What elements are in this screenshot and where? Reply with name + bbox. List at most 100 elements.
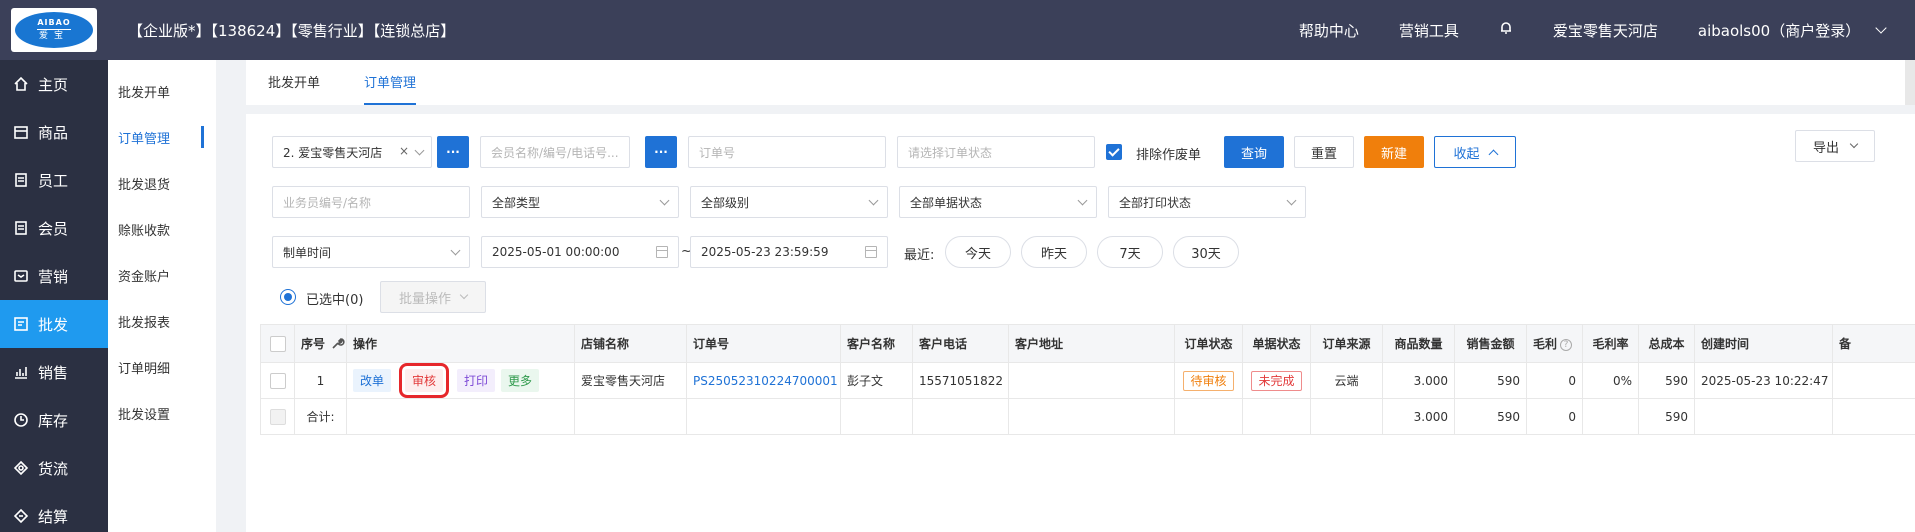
date-to-value: 2025-05-23 23:59:59 — [701, 245, 829, 259]
last-7-days-button[interactable]: 7天 — [1097, 236, 1163, 268]
time-type-select[interactable]: 制单时间 — [272, 236, 470, 268]
scrollbar[interactable] — [1905, 60, 1915, 105]
nav-item-member[interactable]: 会员 — [0, 204, 108, 252]
type-select[interactable]: 全部类型 — [481, 186, 679, 218]
col-operation: 操作 — [346, 324, 575, 363]
staff-icon — [12, 171, 30, 189]
page-tabs: 批发开单 订单管理 — [246, 60, 1906, 105]
current-store[interactable]: 爱宝零售天河店 — [1553, 20, 1658, 41]
home-icon — [12, 75, 30, 93]
chevron-down-icon — [414, 145, 425, 156]
query-button[interactable]: 查询 — [1224, 136, 1284, 168]
cell-qty: 3.000 — [1382, 362, 1455, 399]
print-status-select[interactable]: 全部打印状态 — [1108, 186, 1306, 218]
nav-item-settlement[interactable]: 结算 — [0, 492, 108, 532]
nav-label: 营销 — [38, 267, 69, 286]
collapse-button[interactable]: 收起 — [1434, 136, 1516, 168]
row-checkbox[interactable] — [269, 372, 286, 389]
chevron-down-icon — [659, 195, 670, 206]
more-button[interactable]: 更多 — [501, 369, 540, 392]
time-type-value: 制单时间 — [283, 245, 332, 260]
logo-text-bottom: 爱宝 — [38, 31, 69, 41]
nav-item-goods[interactable]: 商品 — [0, 108, 108, 156]
export-button[interactable]: 导出 — [1795, 130, 1875, 162]
wrench-icon[interactable] — [331, 336, 345, 353]
member-input[interactable]: 会员名称/编号/电话号... — [480, 136, 630, 168]
tab-wholesale-order[interactable]: 批发开单 — [268, 72, 320, 105]
total-cost: 590 — [1638, 398, 1695, 435]
cell-address — [1008, 362, 1175, 399]
col-doc-status: 单据状态 — [1242, 324, 1311, 363]
nav-item-goods-flow[interactable]: 货流 — [0, 444, 108, 492]
chevron-down-icon — [1875, 21, 1887, 34]
edit-order-button[interactable]: 改单 — [353, 369, 392, 392]
date-to-input[interactable]: 2025-05-23 23:59:59 — [690, 236, 888, 268]
order-no-input[interactable]: 订单号 — [688, 136, 886, 168]
date-from-input[interactable]: 2025-05-01 00:00:00 — [481, 236, 679, 268]
nav-item-staff[interactable]: 员工 — [0, 156, 108, 204]
selected-count: 已选中(0) — [306, 293, 364, 308]
subnav-fund-account[interactable]: 资金账户 — [108, 252, 216, 298]
cell-profit: 0 — [1526, 362, 1583, 399]
selected-radio[interactable] — [280, 289, 296, 305]
top-header: 【企业版*】【138624】【零售行业】【连锁总店】 帮助中心 营销工具 爱宝零… — [108, 0, 1915, 60]
yesterday-button[interactable]: 昨天 — [1021, 236, 1087, 268]
subnav-wholesale-return[interactable]: 批发退货 — [108, 160, 216, 206]
total-qty: 3.000 — [1382, 398, 1455, 435]
doc-status-select[interactable]: 全部单据状态 — [899, 186, 1097, 218]
store-picker-button[interactable]: ··· — [437, 136, 469, 168]
doc-status-badge: 未完成 — [1251, 370, 1302, 391]
col-address: 客户地址 — [1008, 324, 1175, 363]
export-label: 导出 — [1812, 140, 1839, 156]
col-order-no: 订单号 — [686, 324, 841, 363]
nav-item-marketing[interactable]: 营销 — [0, 252, 108, 300]
cell-store: 爱宝零售天河店 — [574, 362, 687, 399]
table-header-row: 序号 操作 店铺名称 订单号 客户名称 客户电话 客户地址 订单状态 单据状态 … — [260, 324, 1915, 363]
cell-order-no: PS25052310224700001 — [686, 362, 841, 399]
goods-flow-icon — [12, 459, 30, 477]
subnav-wholesale-order[interactable]: 批发开单 — [108, 68, 216, 114]
nav-item-inventory[interactable]: 库存 — [0, 396, 108, 444]
clear-icon[interactable]: × — [399, 144, 409, 158]
approve-button[interactable]: 审核 — [399, 363, 450, 398]
help-center-link[interactable]: 帮助中心 — [1299, 20, 1359, 41]
col-no: 序号 — [294, 324, 347, 363]
col-source: 订单来源 — [1310, 324, 1383, 363]
member-picker-button[interactable]: ··· — [645, 136, 677, 168]
level-select-value: 全部级别 — [701, 195, 750, 210]
cell-phone: 15571051822 — [912, 362, 1009, 399]
bell-icon[interactable] — [1499, 21, 1513, 39]
order-no-link[interactable]: PS25052310224700001 — [693, 374, 838, 388]
batch-operation-button[interactable]: 批量操作 — [380, 281, 486, 313]
subnav-wholesale-report[interactable]: 批发报表 — [108, 298, 216, 344]
cell-profit-rate: 0% — [1582, 362, 1639, 399]
chevron-down-icon — [459, 290, 469, 300]
sales-chart-icon — [12, 363, 30, 381]
subnav-credit-collection[interactable]: 赊账收款 — [108, 206, 216, 252]
help-icon[interactable]: ? — [1560, 338, 1573, 351]
exclude-void-checkbox[interactable] — [1106, 144, 1122, 160]
cell-source: 云端 — [1310, 362, 1383, 399]
nav-item-wholesale[interactable]: 批发 — [0, 300, 108, 348]
subnav-order-detail[interactable]: 订单明细 — [108, 344, 216, 390]
print-button[interactable]: 打印 — [457, 369, 496, 392]
user-menu[interactable]: aibaols00（商户登录） — [1698, 20, 1887, 41]
last-30-days-button[interactable]: 30天 — [1173, 236, 1239, 268]
subnav-wholesale-settings[interactable]: 批发设置 — [108, 390, 216, 436]
store-select[interactable]: 2. 爱宝零售天河店 × — [272, 136, 432, 168]
order-status-select[interactable]: 请选择订单状态 — [897, 136, 1095, 168]
today-button[interactable]: 今天 — [945, 236, 1011, 268]
col-amount: 销售金额 — [1454, 324, 1527, 363]
member-icon — [12, 219, 30, 237]
nav-item-home[interactable]: 主页 — [0, 60, 108, 108]
nav-label: 商品 — [38, 123, 69, 142]
reset-button[interactable]: 重置 — [1294, 136, 1354, 168]
salesman-input[interactable]: 业务员编号/名称 — [272, 186, 470, 218]
nav-item-sales[interactable]: 销售 — [0, 348, 108, 396]
tab-order-management[interactable]: 订单管理 — [364, 72, 417, 105]
create-button[interactable]: 新建 — [1364, 136, 1424, 168]
marketing-tools-link[interactable]: 营销工具 — [1399, 20, 1459, 41]
subnav-order-management[interactable]: 订单管理 — [108, 114, 216, 160]
select-all-checkbox[interactable] — [269, 335, 286, 352]
level-select[interactable]: 全部级别 — [690, 186, 888, 218]
